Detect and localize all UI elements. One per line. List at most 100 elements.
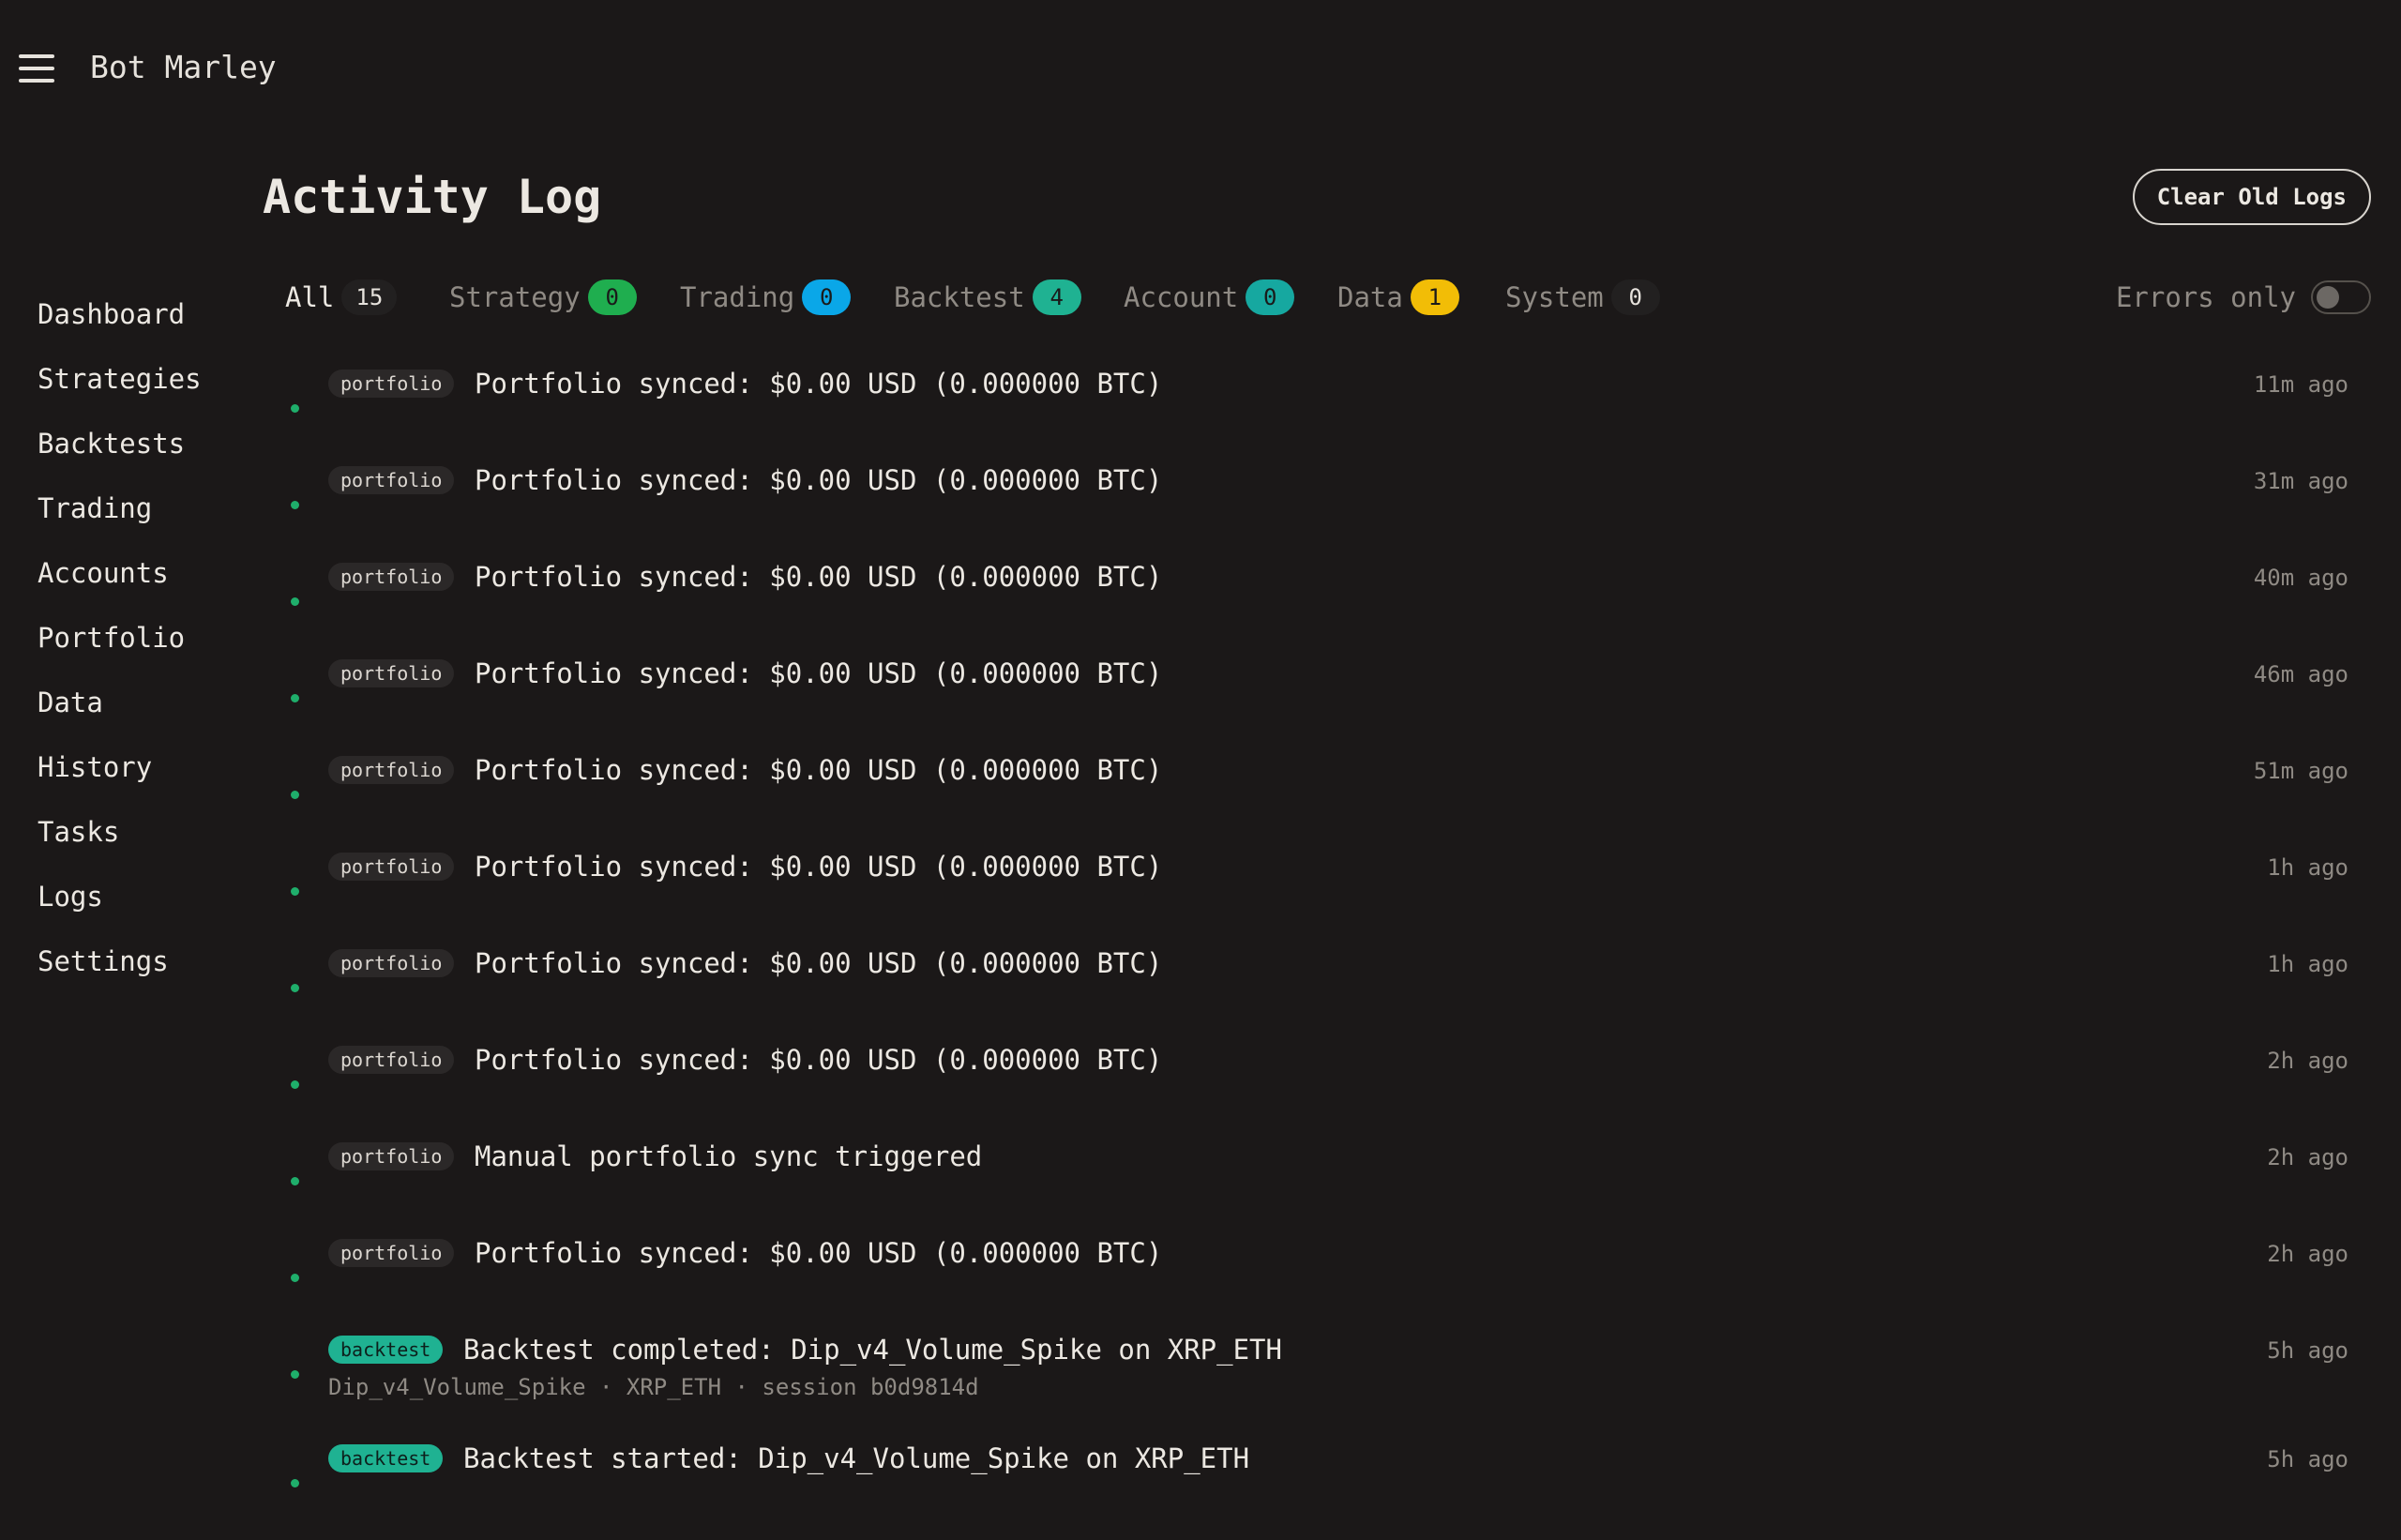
sidebar-item-logs[interactable]: Logs [0, 864, 244, 929]
log-timestamp: 40m ago [2253, 565, 2348, 591]
tab-account[interactable]: Account 0 [1124, 267, 1295, 327]
log-entry[interactable]: portfolio Portfolio synced: $0.00 USD (0… [263, 755, 2371, 852]
status-dot [291, 1479, 299, 1487]
errors-only-toggle[interactable]: Errors only [2116, 267, 2371, 327]
log-entry[interactable]: portfolio Portfolio synced: $0.00 USD (0… [263, 369, 2371, 465]
log-entry[interactable]: backtest Backtest completed: Dip_v4_Volu… [263, 1335, 2371, 1443]
sidebar-item-strategies[interactable]: Strategies [0, 346, 244, 411]
sidebar-item-trading[interactable]: Trading [0, 476, 244, 540]
log-timestamp: 5h ago [2267, 1446, 2348, 1472]
sidebar-item-backtests[interactable]: Backtests [0, 411, 244, 476]
app-title: Bot Marley [90, 49, 277, 85]
log-timestamp: 1h ago [2267, 854, 2348, 881]
category-tag: portfolio [328, 1239, 455, 1267]
errors-only-label: Errors only [2115, 281, 2296, 313]
log-timestamp: 5h ago [2267, 1337, 2348, 1364]
log-timestamp: 46m ago [2253, 661, 2348, 687]
log-message: Backtest started: Dip_v4_Volume_Spike on… [463, 1442, 1250, 1474]
log-list: portfolio Portfolio synced: $0.00 USD (0… [263, 369, 2371, 1540]
tab-count-badge: 0 [802, 279, 852, 315]
category-tag: portfolio [328, 1046, 455, 1074]
log-entry[interactable]: portfolio Portfolio synced: $0.00 USD (0… [263, 1045, 2371, 1141]
tab-label: Backtest [894, 281, 1025, 313]
tab-all[interactable]: All 15 [285, 267, 398, 327]
hamburger-line [19, 54, 54, 58]
sidebar-item-tasks[interactable]: Tasks [0, 799, 244, 864]
top-bar: Bot Marley [0, 0, 2401, 135]
log-message: Portfolio synced: $0.00 USD (0.000000 BT… [475, 368, 1163, 400]
category-tag: portfolio [328, 370, 455, 398]
sidebar-nav: Dashboard Strategies Backtests Trading A… [0, 281, 244, 993]
log-entry[interactable]: portfolio Portfolio synced: $0.00 USD (0… [263, 1238, 2371, 1335]
status-dot [291, 984, 299, 992]
tab-label: System [1505, 281, 1604, 313]
sidebar-item-data[interactable]: Data [0, 670, 244, 734]
sidebar-item-accounts[interactable]: Accounts [0, 540, 244, 605]
log-entry[interactable]: portfolio Portfolio synced: $0.00 USD (0… [263, 658, 2371, 755]
category-tag: portfolio [328, 949, 455, 977]
category-tag: backtest [328, 1444, 444, 1472]
tab-label: Trading [680, 281, 795, 313]
page-title: Activity Log [263, 170, 602, 224]
sidebar-item-history[interactable]: History [0, 734, 244, 799]
tab-label: Strategy [449, 281, 581, 313]
tab-trading[interactable]: Trading 0 [680, 267, 852, 327]
sidebar-item-dashboard[interactable]: Dashboard [0, 281, 244, 346]
tab-label: Data [1337, 281, 1403, 313]
status-dot [291, 1177, 299, 1185]
log-timestamp: 11m ago [2253, 371, 2348, 398]
category-tag: portfolio [328, 1142, 455, 1170]
log-message: Portfolio synced: $0.00 USD (0.000000 BT… [475, 657, 1163, 689]
category-tag: portfolio [328, 563, 455, 591]
tab-data[interactable]: Data 1 [1337, 267, 1459, 327]
tab-count-badge: 0 [1610, 279, 1660, 315]
log-entry[interactable]: backtest Backtest started: Dip_v4_Volume… [263, 1443, 2371, 1540]
log-entry[interactable]: portfolio Portfolio synced: $0.00 USD (0… [263, 948, 2371, 1045]
tab-label: All [285, 281, 335, 313]
log-message: Portfolio synced: $0.00 USD (0.000000 BT… [475, 1237, 1163, 1269]
log-timestamp: 2h ago [2267, 1144, 2348, 1170]
log-entry[interactable]: portfolio Manual portfolio sync triggere… [263, 1141, 2371, 1238]
status-dot [291, 1080, 299, 1089]
log-message: Portfolio synced: $0.00 USD (0.000000 BT… [475, 947, 1163, 979]
toggle-knob [2317, 286, 2339, 309]
tab-label: Account [1124, 281, 1239, 313]
log-timestamp: 2h ago [2267, 1241, 2348, 1267]
log-entry[interactable]: portfolio Portfolio synced: $0.00 USD (0… [263, 852, 2371, 948]
status-dot [291, 1274, 299, 1282]
log-message: Backtest completed: Dip_v4_Volume_Spike … [463, 1334, 1282, 1366]
log-message: Portfolio synced: $0.00 USD (0.000000 BT… [475, 754, 1163, 786]
log-message: Portfolio synced: $0.00 USD (0.000000 BT… [475, 561, 1163, 593]
log-entry[interactable]: portfolio Portfolio synced: $0.00 USD (0… [263, 562, 2371, 658]
tab-count-badge: 0 [587, 279, 637, 315]
tab-backtest[interactable]: Backtest 4 [894, 267, 1081, 327]
sidebar-item-portfolio[interactable]: Portfolio [0, 605, 244, 670]
tab-count-badge: 15 [341, 279, 398, 315]
sidebar-item-settings[interactable]: Settings [0, 929, 244, 993]
hamburger-icon[interactable] [19, 54, 54, 83]
status-dot [291, 501, 299, 509]
category-tag: portfolio [328, 853, 455, 881]
status-dot [291, 404, 299, 413]
log-message: Portfolio synced: $0.00 USD (0.000000 BT… [475, 851, 1163, 883]
tab-strategy[interactable]: Strategy 0 [449, 267, 637, 327]
tab-count-badge: 1 [1410, 279, 1459, 315]
status-dot [291, 791, 299, 799]
tab-system[interactable]: System 0 [1505, 267, 1660, 327]
log-message: Manual portfolio sync triggered [475, 1140, 983, 1172]
clear-old-logs-button[interactable]: Clear Old Logs [2132, 169, 2371, 225]
log-entry[interactable]: portfolio Portfolio synced: $0.00 USD (0… [263, 465, 2371, 562]
status-dot [291, 1370, 299, 1379]
log-timestamp: 51m ago [2253, 758, 2348, 784]
toggle-switch[interactable] [2311, 280, 2371, 314]
log-timestamp: 31m ago [2253, 468, 2348, 494]
log-timestamp: 1h ago [2267, 951, 2348, 977]
log-detail: Dip_v4_Volume_Spike · XRP_ETH · session … [328, 1374, 979, 1400]
log-message: Portfolio synced: $0.00 USD (0.000000 BT… [475, 464, 1163, 496]
category-tag: backtest [328, 1336, 444, 1364]
status-dot [291, 694, 299, 702]
log-message: Portfolio synced: $0.00 USD (0.000000 BT… [475, 1044, 1163, 1076]
status-dot [291, 887, 299, 896]
status-dot [291, 597, 299, 606]
category-tag: portfolio [328, 756, 455, 784]
